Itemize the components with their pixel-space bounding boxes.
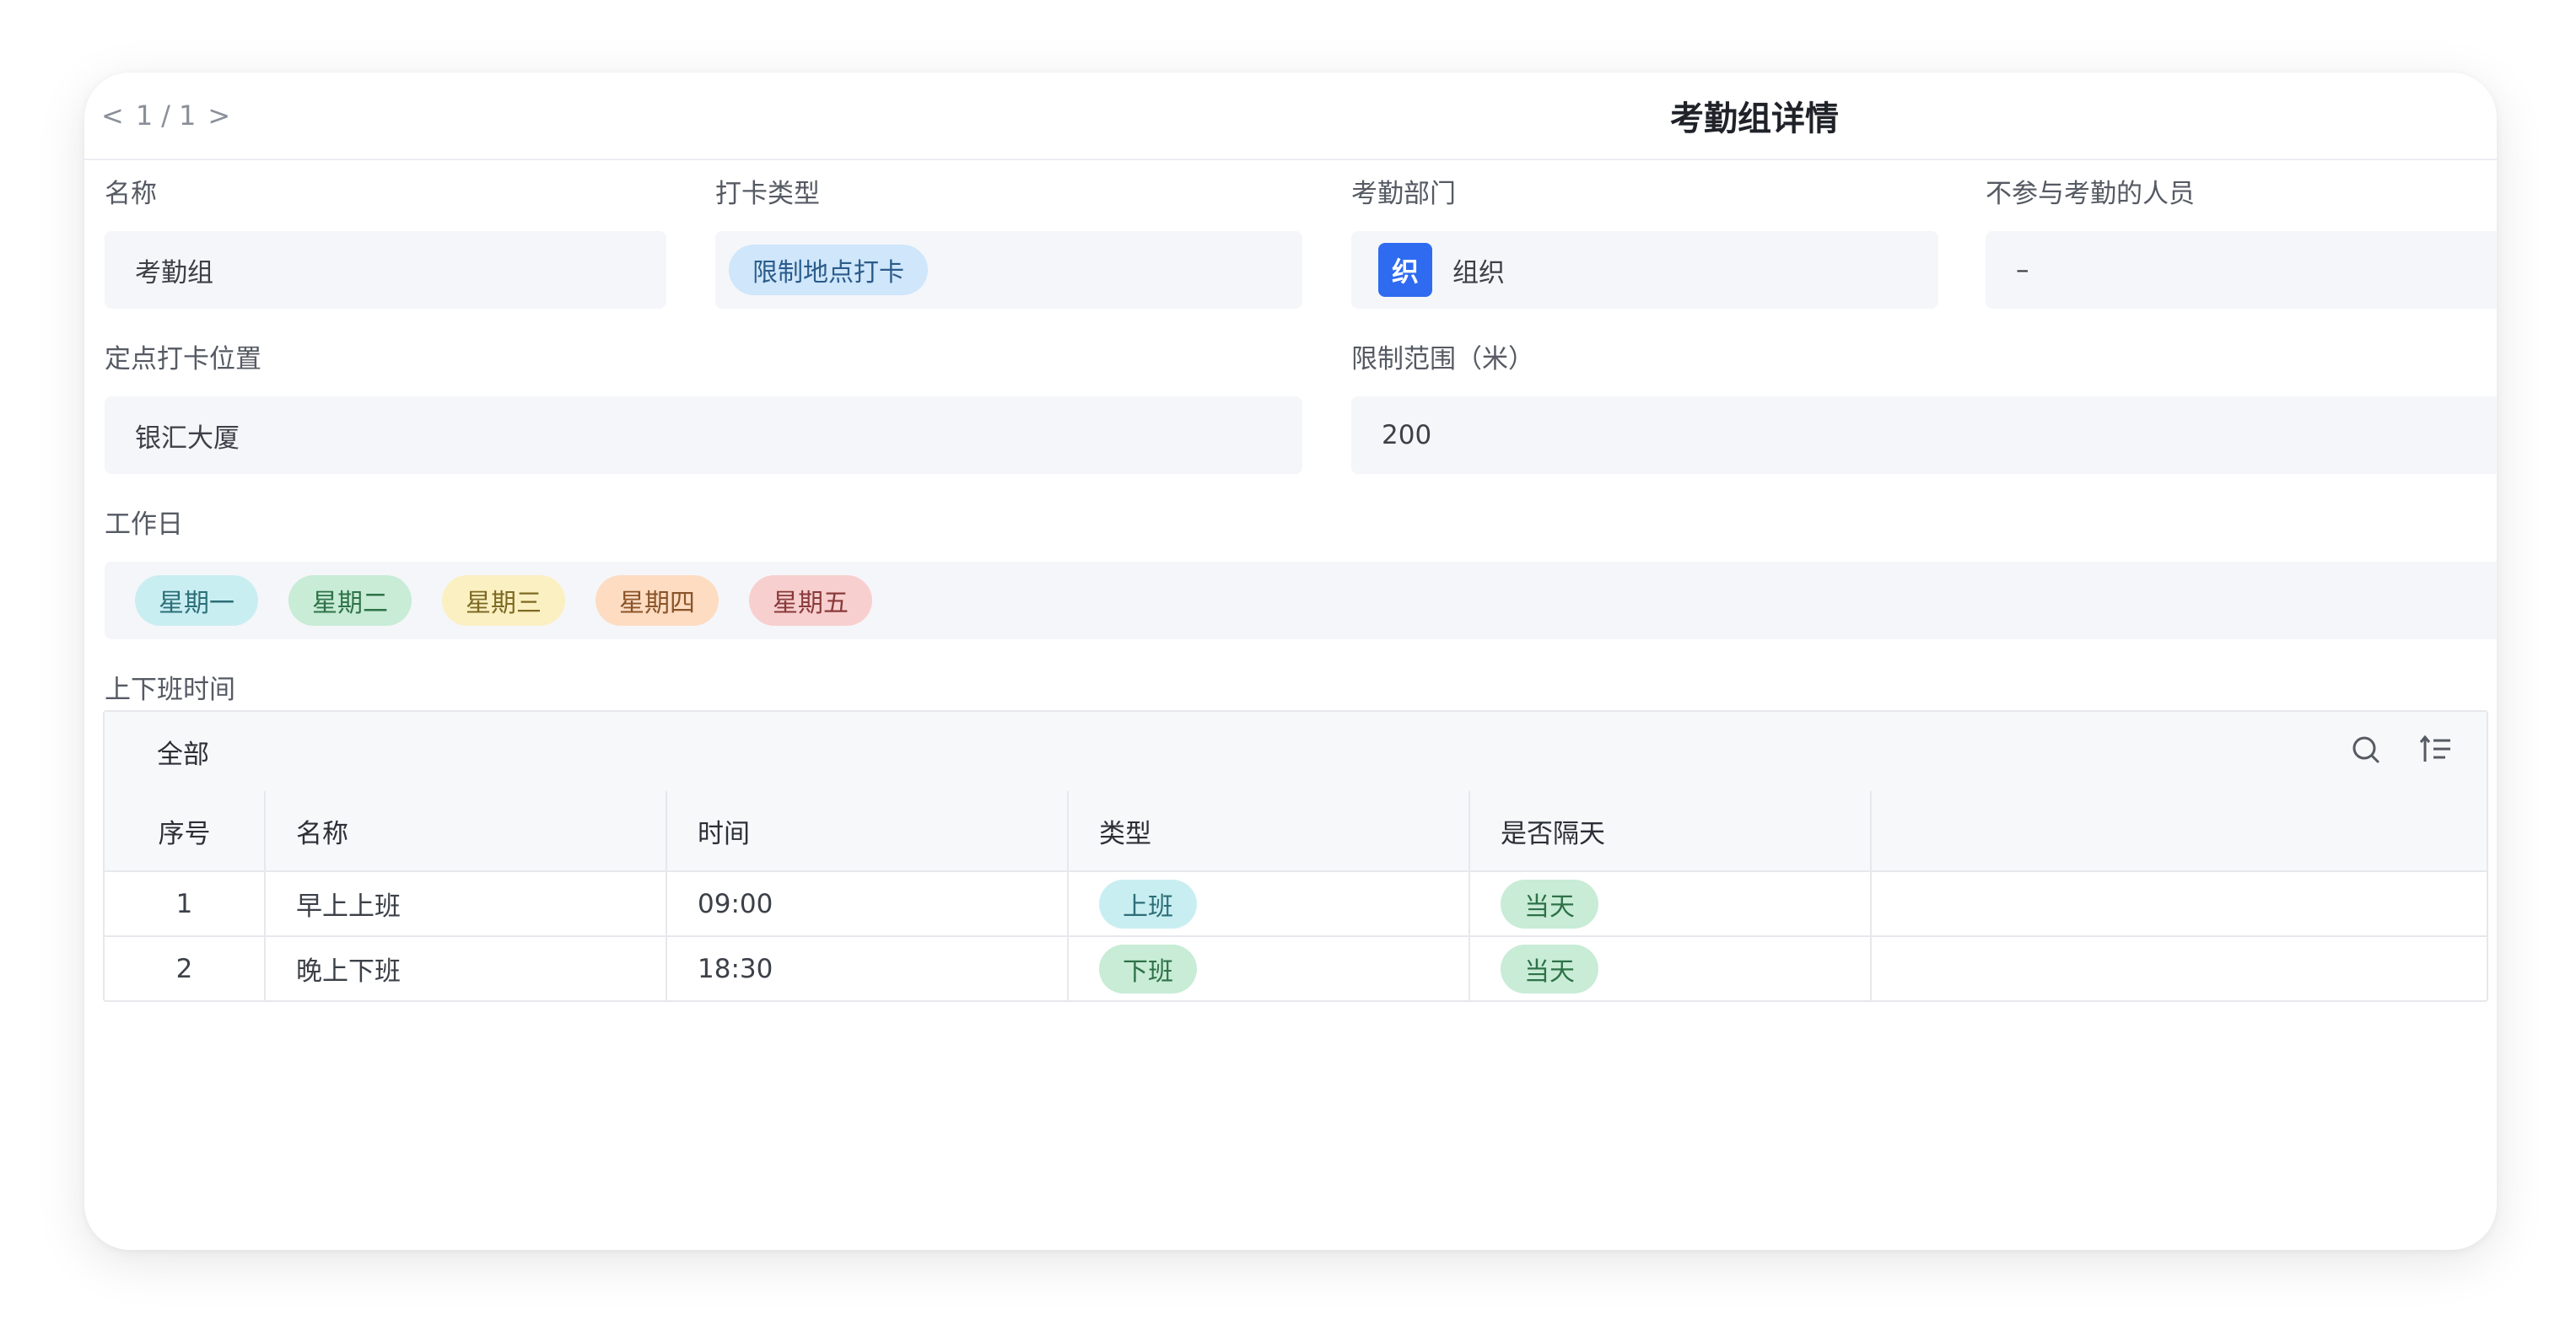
view-all-tab[interactable]: 全部: [157, 712, 209, 791]
location-field: 银汇大厦: [105, 396, 1302, 474]
range-label: 限制范围（米）: [1351, 344, 1534, 374]
row-name: 早上上班: [265, 871, 667, 937]
row-time: 09:00: [666, 871, 1069, 937]
name-value: 考勤组: [135, 257, 213, 288]
table-row[interactable]: 1 早上上班 09:00 上班 当天: [105, 871, 2487, 937]
row-empty-cell: [1871, 871, 2487, 937]
type-tag: 下班: [1099, 944, 1197, 994]
shift-label: 上下班时间: [105, 675, 235, 705]
workday-tag: 星期二: [288, 575, 412, 626]
row-nextday-cell: 当天: [1469, 936, 1872, 1000]
col-index-header[interactable]: 序号: [105, 791, 266, 872]
col-name-header[interactable]: 名称: [265, 791, 667, 872]
type-tag: 上班: [1099, 879, 1197, 929]
header: < 1 / 1 > 考勤组详情: [84, 73, 2497, 160]
name-label: 名称: [105, 179, 157, 209]
dept-label: 考勤部门: [1351, 179, 1456, 209]
range-value: 200: [1382, 420, 1432, 450]
shift-table: 全部 序号 名称 时间 类型 是否隔天 1 早上上班 09:00 上班 当天 2…: [103, 710, 2488, 1002]
table-row[interactable]: 2 晚上下班 18:30 下班 当天: [105, 936, 2487, 1000]
workdays-field: 星期一 星期二 星期三 星期四 星期五: [105, 562, 2497, 639]
row-index: 2: [105, 936, 266, 1000]
pager: < 1 / 1 >: [98, 94, 234, 137]
current-page: 1: [135, 100, 154, 132]
shift-data-table: 序号 名称 时间 类型 是否隔天 1 早上上班 09:00 上班 当天 2 晚上…: [105, 791, 2487, 1000]
nextday-tag: 当天: [1501, 944, 1598, 994]
dept-value: 组织: [1452, 257, 1505, 288]
col-type-header[interactable]: 类型: [1068, 791, 1470, 872]
nextday-tag: 当天: [1501, 879, 1598, 929]
detail-card: < 1 / 1 > 考勤组详情 名称 打卡类型 考勤部门 不参与考勤的人员 考勤…: [84, 73, 2497, 1250]
workday-tag: 星期三: [442, 575, 565, 626]
workday-tag: 星期五: [749, 575, 872, 626]
next-page-icon[interactable]: >: [204, 100, 234, 132]
col-empty-header: [1871, 791, 2487, 872]
table-toolbar: 全部: [105, 712, 2487, 793]
workdays-label: 工作日: [105, 509, 183, 540]
row-time: 18:30: [666, 936, 1069, 1000]
col-time-header[interactable]: 时间: [666, 791, 1069, 872]
workday-tag: 星期一: [135, 575, 258, 626]
location-label: 定点打卡位置: [105, 344, 261, 374]
row-index: 1: [105, 871, 266, 937]
sort-icon[interactable]: [2419, 734, 2453, 769]
org-icon: 织: [1378, 243, 1432, 297]
page-title: 考勤组详情: [1670, 100, 1839, 138]
row-empty-cell: [1871, 936, 2487, 1000]
total-pages: 1: [178, 100, 197, 132]
punch-type-label: 打卡类型: [715, 179, 820, 209]
dept-field: 织 组织: [1351, 231, 1938, 309]
page-separator: /: [161, 100, 170, 132]
range-field: 200: [1351, 396, 2497, 474]
col-nextday-header[interactable]: 是否隔天: [1469, 791, 1872, 872]
punch-type-tag: 限制地点打卡: [729, 245, 928, 295]
prev-page-icon[interactable]: <: [98, 100, 127, 132]
toolbar-icons: [2350, 712, 2453, 791]
punch-type-field: 限制地点打卡: [715, 231, 1302, 309]
workday-tag: 星期四: [595, 575, 719, 626]
row-name: 晚上下班: [265, 936, 667, 1000]
excluded-field: –: [1986, 231, 2497, 309]
excluded-value: –: [2016, 255, 2029, 285]
row-type-cell: 下班: [1068, 936, 1470, 1000]
name-field: 考勤组: [105, 231, 666, 309]
location-value: 银汇大厦: [135, 423, 240, 454]
excluded-label: 不参与考勤的人员: [1986, 179, 2195, 209]
table-header-row: 序号 名称 时间 类型 是否隔天: [105, 791, 2487, 872]
row-nextday-cell: 当天: [1469, 871, 1872, 937]
row-type-cell: 上班: [1068, 871, 1470, 937]
search-icon[interactable]: [2350, 734, 2382, 769]
